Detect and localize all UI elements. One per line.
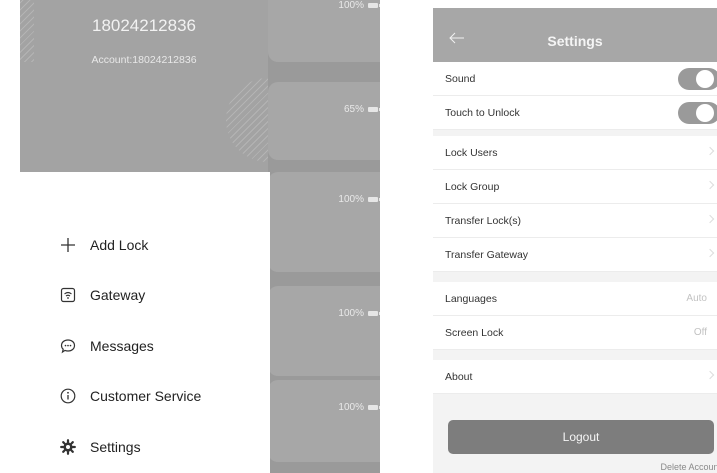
- user-phone-number: 18024212836: [91, 16, 196, 35]
- touch-to-unlock-toggle[interactable]: [678, 102, 717, 124]
- battery-icon: [368, 311, 380, 316]
- message-bubble-icon: [60, 338, 76, 354]
- toggle-knob: [696, 104, 714, 122]
- setting-row-touch-to-unlock: Touch to Unlock: [433, 96, 717, 130]
- battery-icon: [368, 3, 380, 8]
- plus-icon: [60, 237, 76, 253]
- setting-label: Lock Users: [445, 147, 498, 159]
- gear-icon: [60, 439, 76, 455]
- setting-label: Transfer Gateway: [445, 249, 529, 261]
- setting-row-transfer-locks[interactable]: Transfer Lock(s): [433, 204, 717, 238]
- menu-item-label: Add Lock: [90, 237, 149, 253]
- setting-label: Sound: [445, 73, 476, 85]
- setting-row-transfer-gateway[interactable]: Transfer Gateway: [433, 238, 717, 272]
- battery-percent: 100%: [338, 0, 364, 11]
- drawer-menu: Add Lock Gateway Messages Customer Servi…: [20, 172, 270, 473]
- gateway-icon: [60, 287, 76, 303]
- lock-card[interactable]: 100%: [268, 0, 380, 62]
- lock-card[interactable]: 100%: [268, 286, 380, 376]
- battery-percent: 100%: [338, 402, 364, 413]
- menu-item-label: Settings: [90, 439, 141, 455]
- battery-icon: [368, 405, 380, 410]
- battery-indicator: 100%: [338, 308, 380, 319]
- lock-card[interactable]: 100%: [268, 380, 380, 462]
- battery-indicator: 100%: [338, 402, 380, 413]
- delete-account-link[interactable]: Delete Account: [660, 462, 717, 472]
- setting-row-about[interactable]: About: [433, 360, 717, 394]
- menu-item-label: Gateway: [90, 287, 146, 303]
- setting-row-languages[interactable]: Languages Auto: [433, 282, 717, 316]
- menu-item-label: Messages: [90, 338, 154, 354]
- chevron-right-icon: [705, 248, 715, 258]
- battery-percent: 100%: [338, 308, 364, 319]
- battery-indicator: 65%: [343, 104, 380, 115]
- menu-item-customer-service[interactable]: Customer Service: [60, 388, 201, 404]
- menu-item-label: Customer Service: [90, 388, 202, 404]
- battery-icon: [368, 107, 380, 112]
- battery-icon: [368, 197, 380, 202]
- decorative-stripes: [226, 78, 268, 162]
- menu-item-settings[interactable]: Settings: [60, 439, 141, 455]
- setting-row-lock-group[interactable]: Lock Group: [433, 170, 717, 204]
- setting-label: About: [445, 371, 473, 383]
- battery-percent: 65%: [343, 104, 364, 115]
- battery-percent: 100%: [338, 194, 364, 205]
- battery-indicator: 100%: [338, 0, 380, 11]
- setting-row-sound: Sound: [433, 62, 717, 96]
- chevron-right-icon: [705, 370, 715, 380]
- settings-screen: Settings Sound Touch to Unlock Lock User…: [433, 8, 717, 473]
- battery-indicator: 100%: [338, 194, 380, 205]
- setting-row-lock-users[interactable]: Lock Users: [433, 136, 717, 170]
- user-account: Account:18024212836: [91, 54, 197, 66]
- drawer-header: 18024212836 Account:18024212836: [20, 0, 268, 172]
- menu-item-messages[interactable]: Messages: [60, 338, 154, 354]
- lock-card[interactable]: 100%: [268, 172, 380, 272]
- setting-value: Off: [693, 327, 707, 338]
- setting-label: Touch to Unlock: [445, 107, 520, 119]
- left-phone-screen: 100% 65% 100% 100% 100% 18024212836 Acco…: [20, 0, 380, 473]
- setting-label: Screen Lock: [445, 327, 504, 339]
- lock-card[interactable]: 65%: [268, 82, 380, 160]
- setting-value: Auto: [686, 293, 707, 304]
- setting-label: Languages: [445, 293, 497, 305]
- setting-label: Transfer Lock(s): [445, 215, 522, 227]
- chevron-right-icon: [705, 180, 715, 190]
- setting-label: Lock Group: [445, 181, 500, 193]
- menu-item-gateway[interactable]: Gateway: [60, 287, 145, 303]
- chevron-right-icon: [705, 214, 715, 224]
- logout-button[interactable]: Logout: [448, 420, 714, 454]
- setting-row-screen-lock[interactable]: Screen Lock Off: [433, 316, 717, 350]
- menu-item-add-lock[interactable]: Add Lock: [60, 237, 148, 253]
- page-title: Settings: [547, 33, 603, 49]
- toggle-knob: [696, 70, 714, 88]
- info-icon: [60, 388, 76, 404]
- sound-toggle[interactable]: [678, 68, 717, 90]
- chevron-right-icon: [705, 146, 715, 156]
- navigation-bar: Settings: [433, 8, 717, 62]
